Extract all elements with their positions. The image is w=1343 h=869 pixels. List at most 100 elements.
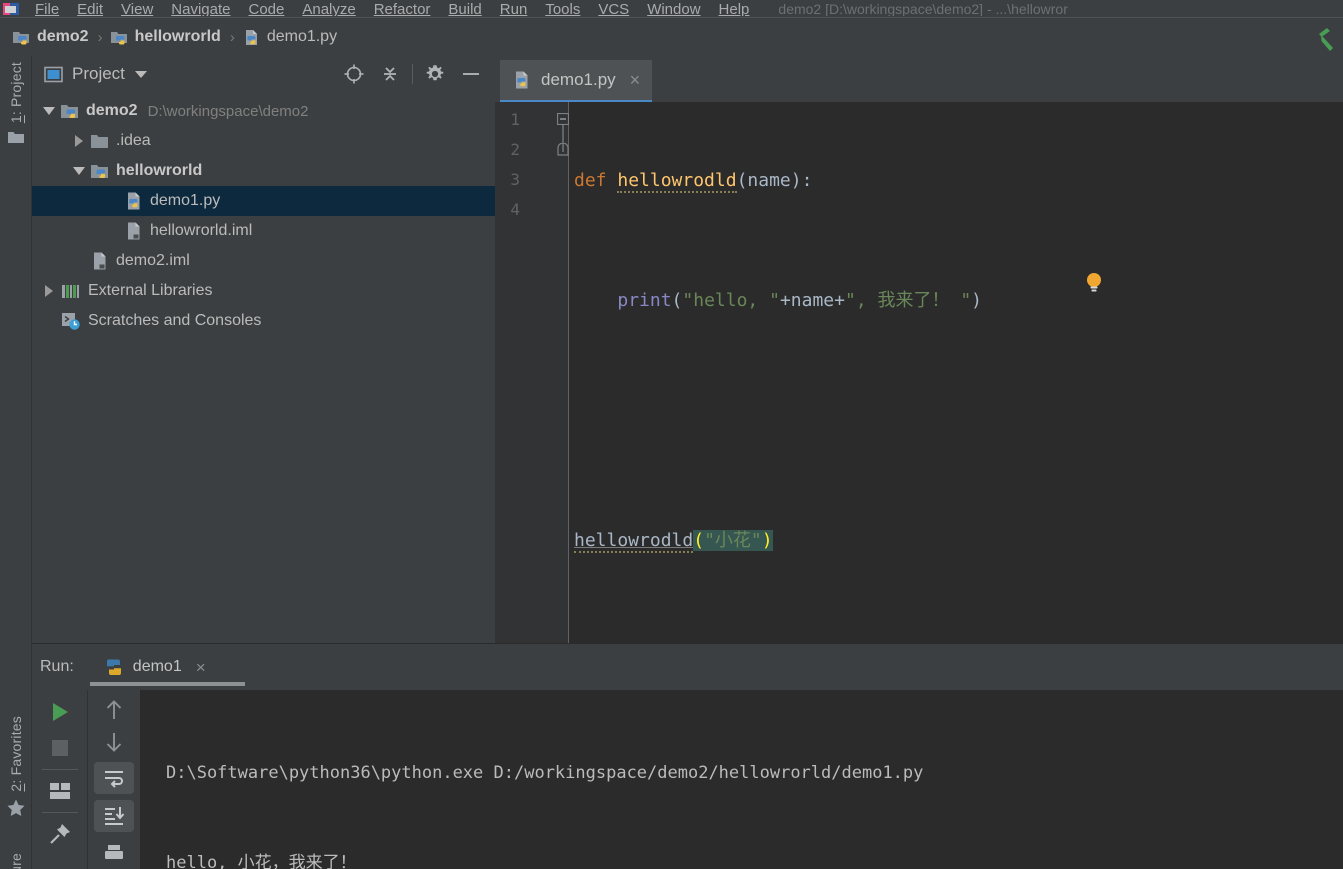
menu-item-file[interactable]: File — [26, 2, 68, 16]
run-console-output[interactable]: D:\Software\python36\python.exe D:/worki… — [140, 690, 1343, 869]
breadcrumb-item-demo1py[interactable]: demo1.py — [242, 28, 337, 47]
code-string-1: "hello, " — [682, 290, 780, 311]
run-tab-demo1[interactable]: demo1 × — [100, 657, 210, 677]
sidebar-item-favorites[interactable]: 2: Favorites — [0, 716, 32, 818]
code-editor[interactable]: 1 2 3 4 def hellowrodld(name): print("he… — [495, 102, 1343, 643]
breadcrumb: demo2 › hellowrorld › demo1.py — [0, 17, 1343, 56]
menu-tools-label: Tools — [545, 1, 581, 16]
code-line-1[interactable]: def hellowrodld(name): — [570, 166, 1343, 196]
menu-code-label: Code — [248, 1, 285, 16]
tree-item-idea[interactable]: .idea — [32, 126, 495, 156]
console-line: D:\Software\python36\python.exe D:/worki… — [166, 763, 924, 783]
menu-item-help[interactable]: Help — [710, 2, 759, 16]
menu-edit-label: Edit — [77, 1, 104, 16]
scratches-icon — [62, 313, 80, 330]
twisty-right-icon[interactable] — [68, 135, 90, 147]
code-string-2: ", 我来了！ " — [844, 290, 972, 311]
breadcrumb-label-demo1py: demo1.py — [266, 28, 338, 45]
menu-item-code[interactable]: Code — [239, 2, 293, 16]
menu-run-label: Run — [499, 1, 528, 16]
code-builtin-print: print — [617, 290, 672, 311]
scroll-to-end-icon[interactable] — [94, 800, 134, 832]
tree-item-demo2-iml[interactable]: demo2.iml — [32, 246, 495, 276]
twisty-right-icon[interactable] — [38, 285, 60, 297]
menu-item-navigate[interactable]: Navigate — [162, 2, 239, 16]
down-arrow-icon[interactable] — [94, 726, 134, 758]
breadcrumb-label-demo2: demo2 — [37, 28, 89, 45]
pin-icon[interactable] — [40, 816, 80, 852]
menu-item-view[interactable]: View — [112, 2, 162, 16]
menu-item-window[interactable]: Window — [638, 2, 709, 16]
tree-item-scratches-and-consoles[interactable]: Scratches and Consoles — [32, 306, 495, 336]
tree-item-hellowrorld-iml[interactable]: hellowrorld.iml — [32, 216, 495, 246]
menu-vcs-label: VCS — [598, 1, 630, 16]
code-line-3[interactable] — [570, 406, 1343, 436]
hammer-icon[interactable] — [1307, 24, 1335, 52]
tree-item-demo2[interactable]: demo2 D:\workingspace\demo2 — [32, 96, 495, 126]
favorites-tab-label: 2: Favorites — [8, 716, 24, 792]
code-line-4[interactable]: hellowrodld("小花") — [570, 526, 1343, 556]
menu-bar: File Edit View Navigate Code Analyze Ref… — [0, 0, 1343, 16]
toolbar-divider — [412, 64, 413, 84]
code-content[interactable]: def hellowrodld(name): print("hello, "+n… — [570, 102, 1343, 643]
tree-label: hellowrorld — [116, 162, 203, 179]
sidebar-item-project[interactable]: 1: Project — [0, 62, 32, 145]
menu-item-refactor[interactable]: Refactor — [365, 2, 440, 16]
code-open-paren: ( — [671, 290, 683, 311]
iml-file-icon — [94, 252, 106, 270]
menu-item-run[interactable]: Run — [491, 2, 537, 16]
line-number: 3 — [510, 170, 520, 189]
menu-item-analyze[interactable]: Analyze — [293, 2, 364, 16]
structure-tab-label: Structure — [8, 853, 24, 869]
tree-label: External Libraries — [88, 282, 213, 299]
code-op-2: + — [834, 290, 845, 311]
stop-icon[interactable] — [40, 730, 80, 766]
rerun-icon[interactable] — [40, 694, 80, 730]
minimize-icon[interactable] — [453, 59, 489, 89]
run-tab-label: demo1 — [132, 658, 182, 675]
pycharm-logo-icon — [3, 1, 20, 16]
toolbar-divider — [41, 812, 78, 813]
locate-icon[interactable] — [336, 59, 372, 89]
menu-item-edit[interactable]: Edit — [68, 2, 112, 16]
menu-item-build[interactable]: Build — [439, 2, 490, 16]
run-tab-underline — [90, 682, 245, 686]
up-arrow-icon[interactable] — [94, 694, 134, 726]
lightbulb-icon[interactable] — [1085, 272, 1103, 294]
sidebar-item-structure[interactable]: Structure — [0, 853, 32, 869]
collapse-all-icon[interactable] — [372, 59, 408, 89]
print-icon[interactable] — [94, 838, 134, 869]
code-string-arg: "小花" — [704, 530, 762, 551]
twisty-down-icon[interactable] — [38, 107, 60, 115]
python-file-icon — [128, 192, 140, 210]
menu-item-vcs[interactable]: VCS — [589, 2, 638, 16]
soft-wrap-icon[interactable] — [94, 762, 134, 794]
code-line-2[interactable]: print("hello, "+name+", 我来了！ ") — [570, 286, 1343, 316]
python-module-icon — [91, 165, 108, 178]
folder-icon — [91, 135, 108, 148]
editor-gutter[interactable]: 1 2 3 4 — [495, 102, 569, 643]
code-open-paren: ( — [693, 530, 705, 551]
layout-icon[interactable] — [40, 773, 80, 809]
breadcrumb-label-hellowrorld: hellowrorld — [134, 28, 221, 45]
editor-area: demo1.py × 1 2 3 4 def hellowrodld(name)… — [495, 56, 1343, 643]
close-icon[interactable]: × — [630, 71, 641, 89]
gear-icon[interactable] — [417, 59, 453, 89]
fold-end-icon[interactable] — [557, 143, 569, 157]
project-window-icon — [44, 66, 63, 82]
close-icon[interactable]: × — [196, 659, 206, 676]
star-icon — [7, 799, 25, 816]
chevron-down-icon[interactable] — [134, 70, 147, 78]
breadcrumb-item-demo2[interactable]: demo2 — [12, 28, 89, 47]
editor-tab-demo1py[interactable]: demo1.py × — [500, 60, 653, 100]
tree-item-external-libraries[interactable]: External Libraries — [32, 276, 495, 306]
breadcrumb-item-hellowrorld[interactable]: hellowrorld — [110, 28, 221, 47]
tree-item-demo1py[interactable]: demo1.py — [32, 186, 495, 216]
python-file-icon — [245, 29, 257, 45]
code-close-paren: ) — [761, 530, 773, 551]
tree-item-hellowrorld[interactable]: hellowrorld — [32, 156, 495, 186]
twisty-down-icon[interactable] — [68, 167, 90, 175]
menu-item-tools[interactable]: Tools — [536, 2, 589, 16]
run-panel-header: Run: demo1 × — [32, 644, 1343, 690]
